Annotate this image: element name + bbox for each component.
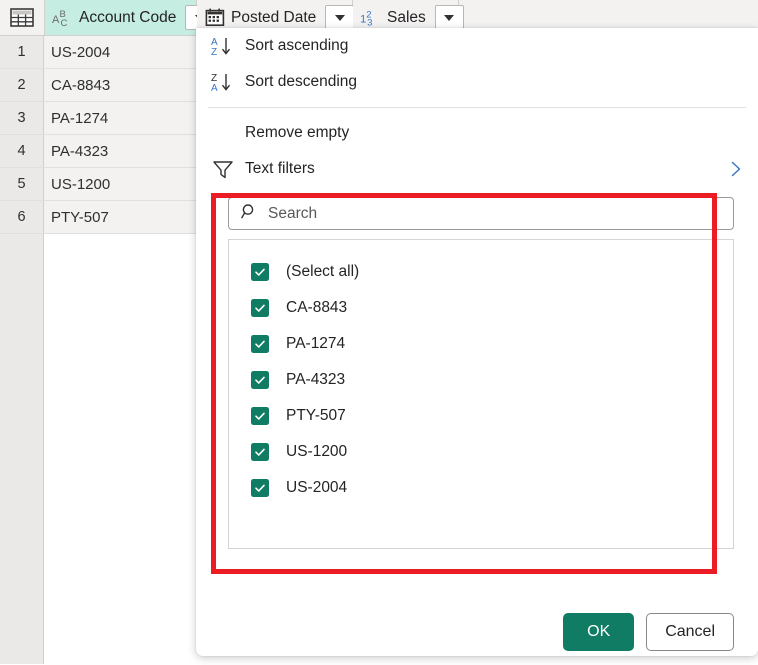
row-number: 4 xyxy=(0,135,44,167)
chevron-down-icon xyxy=(334,14,345,21)
funnel-filter-icon xyxy=(211,158,239,180)
menu-item-label: Sort descending xyxy=(245,73,358,90)
list-item[interactable]: US-1200 xyxy=(229,434,733,470)
menu-item-text-filters[interactable]: Text filters xyxy=(196,151,758,187)
table-icon xyxy=(10,8,34,27)
checkbox-checked-icon[interactable] xyxy=(251,407,269,425)
menu-item-sort-ascending[interactable]: A Z Sort ascending xyxy=(196,28,758,64)
value-list-section: (Select all) CA-8843 PA-1274 PA-4323 PTY… xyxy=(196,230,758,549)
list-item-label: (Select all) xyxy=(286,263,360,280)
search-section: Search xyxy=(196,187,758,230)
ok-button[interactable]: OK xyxy=(563,613,635,651)
cancel-button[interactable]: Cancel xyxy=(646,613,734,651)
list-item-label: CA-8843 xyxy=(286,299,348,316)
row-number: 1 xyxy=(0,36,44,68)
checkbox-checked-icon[interactable] xyxy=(251,371,269,389)
chevron-down-icon xyxy=(444,14,455,21)
row-number: 2 xyxy=(0,69,44,101)
checkbox-checked-icon[interactable] xyxy=(251,479,269,497)
list-item-select-all[interactable]: (Select all) xyxy=(229,254,733,290)
checkbox-checked-icon[interactable] xyxy=(251,443,269,461)
list-item-label: US-2004 xyxy=(286,479,348,496)
dialog-footer: OK Cancel xyxy=(196,608,758,656)
value-checkbox-list[interactable]: (Select all) CA-8843 PA-1274 PA-4323 PTY… xyxy=(228,239,734,549)
menu-separator xyxy=(208,107,746,108)
column-header-account-code[interactable]: A B C Account Code xyxy=(45,0,215,35)
search-input[interactable]: Search xyxy=(228,197,734,230)
column-filter-dropdown-button-posted-date[interactable] xyxy=(325,5,355,30)
calendar-date-type-icon xyxy=(204,8,225,27)
column-header-label: Sales xyxy=(387,8,426,26)
search-placeholder: Search xyxy=(268,204,318,222)
row-number: 6 xyxy=(0,201,44,233)
grid-corner-select-all[interactable] xyxy=(0,0,45,35)
123-number-type-icon: 1 2 3 xyxy=(360,8,381,28)
checkbox-checked-icon[interactable] xyxy=(251,335,269,353)
list-item-label: PA-1274 xyxy=(286,335,346,352)
abc-text-type-icon: A B C xyxy=(52,8,73,27)
list-item-label: PA-4323 xyxy=(286,371,346,388)
list-item[interactable]: PA-1274 xyxy=(229,326,733,362)
list-item-label: PTY-507 xyxy=(286,407,346,424)
sort-ascending-az-icon: A Z xyxy=(211,35,239,57)
column-filter-dropdown-panel: A Z Sort ascending Z A Sort descending R… xyxy=(196,28,758,656)
menu-item-label: Sort ascending xyxy=(245,37,349,54)
checkbox-checked-icon[interactable] xyxy=(251,299,269,317)
list-item[interactable]: PTY-507 xyxy=(229,398,733,434)
menu-item-sort-descending[interactable]: Z A Sort descending xyxy=(196,64,758,100)
svg-text:A: A xyxy=(211,83,218,93)
svg-text:3: 3 xyxy=(367,18,372,27)
row-number: 5 xyxy=(0,168,44,200)
menu-item-label: Text filters xyxy=(245,160,315,177)
list-item[interactable]: CA-8843 xyxy=(229,290,733,326)
chevron-right-icon xyxy=(728,159,744,179)
column-header-label: Posted Date xyxy=(231,8,317,26)
row-number-gutter-empty xyxy=(0,234,44,664)
menu-item-remove-empty[interactable]: Remove empty xyxy=(196,115,758,151)
search-icon xyxy=(241,203,258,224)
column-filter-dropdown-button-sales[interactable] xyxy=(434,5,464,30)
list-item[interactable]: PA-4323 xyxy=(229,362,733,398)
sort-descending-za-icon: Z A xyxy=(211,71,239,93)
menu-item-label: Remove empty xyxy=(245,124,350,141)
list-item[interactable]: US-2004 xyxy=(229,470,733,506)
checkbox-checked-icon[interactable] xyxy=(251,263,269,281)
row-number: 3 xyxy=(0,102,44,134)
svg-text:Z: Z xyxy=(211,47,217,57)
column-header-label: Account Code xyxy=(79,8,177,26)
svg-text:C: C xyxy=(61,18,68,27)
list-item-label: US-1200 xyxy=(286,443,348,460)
